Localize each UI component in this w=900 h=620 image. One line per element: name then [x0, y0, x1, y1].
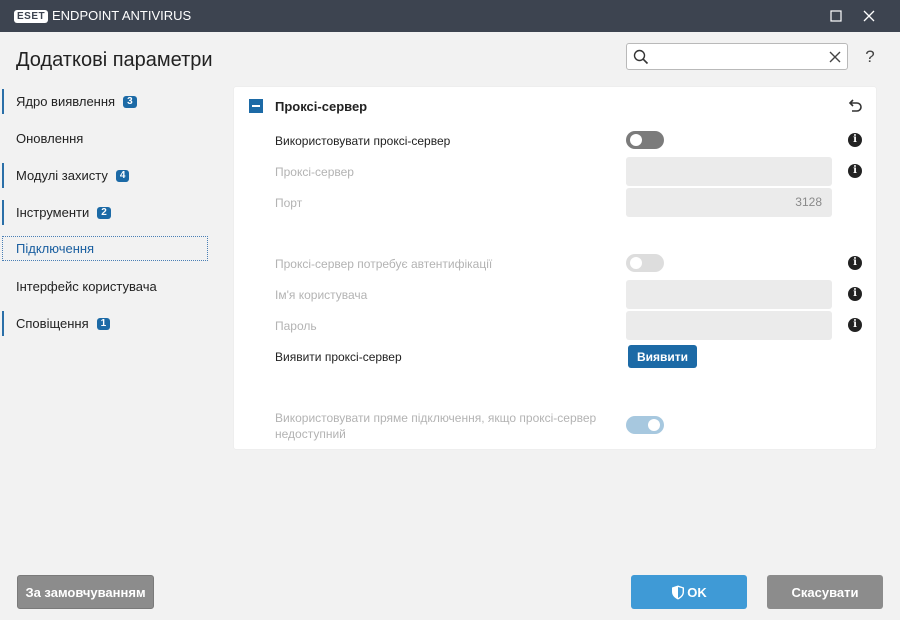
sidebar-item-user-interface[interactable]: Інтерфейс користувача — [2, 274, 208, 299]
ok-button[interactable]: OK — [631, 575, 747, 609]
proxy-server-field — [626, 157, 832, 186]
requires-auth-label: Проксі-сервер потребує автентифікації — [275, 257, 493, 271]
info-icon[interactable]: i — [848, 287, 862, 301]
port-field: 3128 — [626, 188, 832, 217]
use-proxy-toggle[interactable] — [626, 131, 664, 149]
port-value: 3128 — [795, 195, 822, 209]
direct-connection-label-line1: Використовувати пряме підключення, якщо … — [275, 411, 597, 425]
ok-label: OK — [687, 584, 707, 600]
clear-icon — [829, 51, 841, 63]
eset-logo: ESET — [14, 9, 49, 23]
password-field — [626, 311, 832, 340]
info-icon[interactable]: i — [848, 256, 862, 270]
close-button[interactable] — [853, 0, 885, 32]
sidebar-item-label: Сповіщення — [16, 316, 89, 331]
collapse-section-button[interactable] — [249, 99, 263, 113]
detect-button[interactable]: Виявити — [628, 345, 697, 368]
sidebar-item-label: Інтерфейс користувача — [16, 279, 157, 294]
cancel-button[interactable]: Скасувати — [767, 575, 883, 609]
proxy-settings-panel: Проксі-сервер Використовувати проксі-сер… — [234, 87, 876, 449]
sidebar-item-label: Оновлення — [16, 131, 84, 146]
toggle-knob — [630, 257, 642, 269]
count-badge: 1 — [96, 317, 111, 330]
undo-icon — [848, 99, 862, 112]
password-label: Пароль — [275, 319, 317, 333]
requires-auth-toggle — [626, 254, 664, 272]
sidebar-item-label: Ядро виявлення — [16, 94, 116, 109]
sidebar-item-label: Інструменти — [16, 205, 90, 220]
info-icon[interactable]: i — [848, 133, 862, 147]
search-clear-button[interactable] — [826, 48, 844, 66]
info-icon[interactable]: i — [848, 318, 862, 332]
direct-connection-label-line2: недоступний — [275, 427, 346, 441]
maximize-icon — [830, 10, 842, 22]
revert-button[interactable] — [846, 97, 864, 115]
logo-badge: ESET — [14, 9, 49, 23]
search-input[interactable] — [653, 47, 821, 66]
title-bar: ESET ENDPOINT ANTIVIRUS — [0, 0, 900, 32]
direct-connection-toggle — [626, 416, 664, 434]
sidebar-item-connectivity[interactable]: Підключення — [2, 236, 208, 261]
count-badge: 3 — [123, 95, 137, 108]
page-title: Додаткові параметри — [16, 49, 213, 71]
sidebar-item-tools[interactable]: Інструменти 2 — [2, 200, 208, 225]
default-button[interactable]: За замовчуванням — [17, 575, 154, 609]
username-label: Ім'я користувача — [275, 288, 368, 302]
sidebar-item-update[interactable]: Оновлення — [2, 126, 208, 151]
app-name: ENDPOINT ANTIVIRUS — [52, 8, 192, 23]
sidebar-item-protections[interactable]: Модулі захисту 4 — [2, 163, 208, 188]
close-icon — [863, 10, 875, 22]
section-title: Проксі-сервер — [275, 99, 368, 114]
shield-icon — [672, 585, 685, 599]
port-label: Порт — [275, 196, 303, 210]
search-icon — [633, 49, 649, 65]
help-button[interactable]: ? — [860, 46, 880, 68]
detect-proxy-label: Виявити проксі-сервер — [275, 350, 402, 364]
info-icon[interactable]: i — [848, 164, 862, 178]
username-field — [626, 280, 832, 309]
sidebar-item-notifications[interactable]: Сповіщення 1 — [2, 311, 208, 336]
count-badge: 2 — [97, 206, 111, 219]
use-proxy-label: Використовувати проксі-сервер — [275, 134, 451, 148]
count-badge: 4 — [115, 169, 130, 182]
sidebar-item-detection-engine[interactable]: Ядро виявлення 3 — [2, 89, 208, 114]
search-box — [626, 43, 848, 70]
sidebar-item-label: Підключення — [16, 241, 95, 256]
proxy-server-label: Проксі-сервер — [275, 165, 354, 179]
maximize-button[interactable] — [820, 0, 852, 32]
toggle-knob — [648, 419, 660, 431]
toggle-knob — [630, 134, 642, 146]
sidebar-item-label: Модулі захисту — [16, 168, 108, 183]
